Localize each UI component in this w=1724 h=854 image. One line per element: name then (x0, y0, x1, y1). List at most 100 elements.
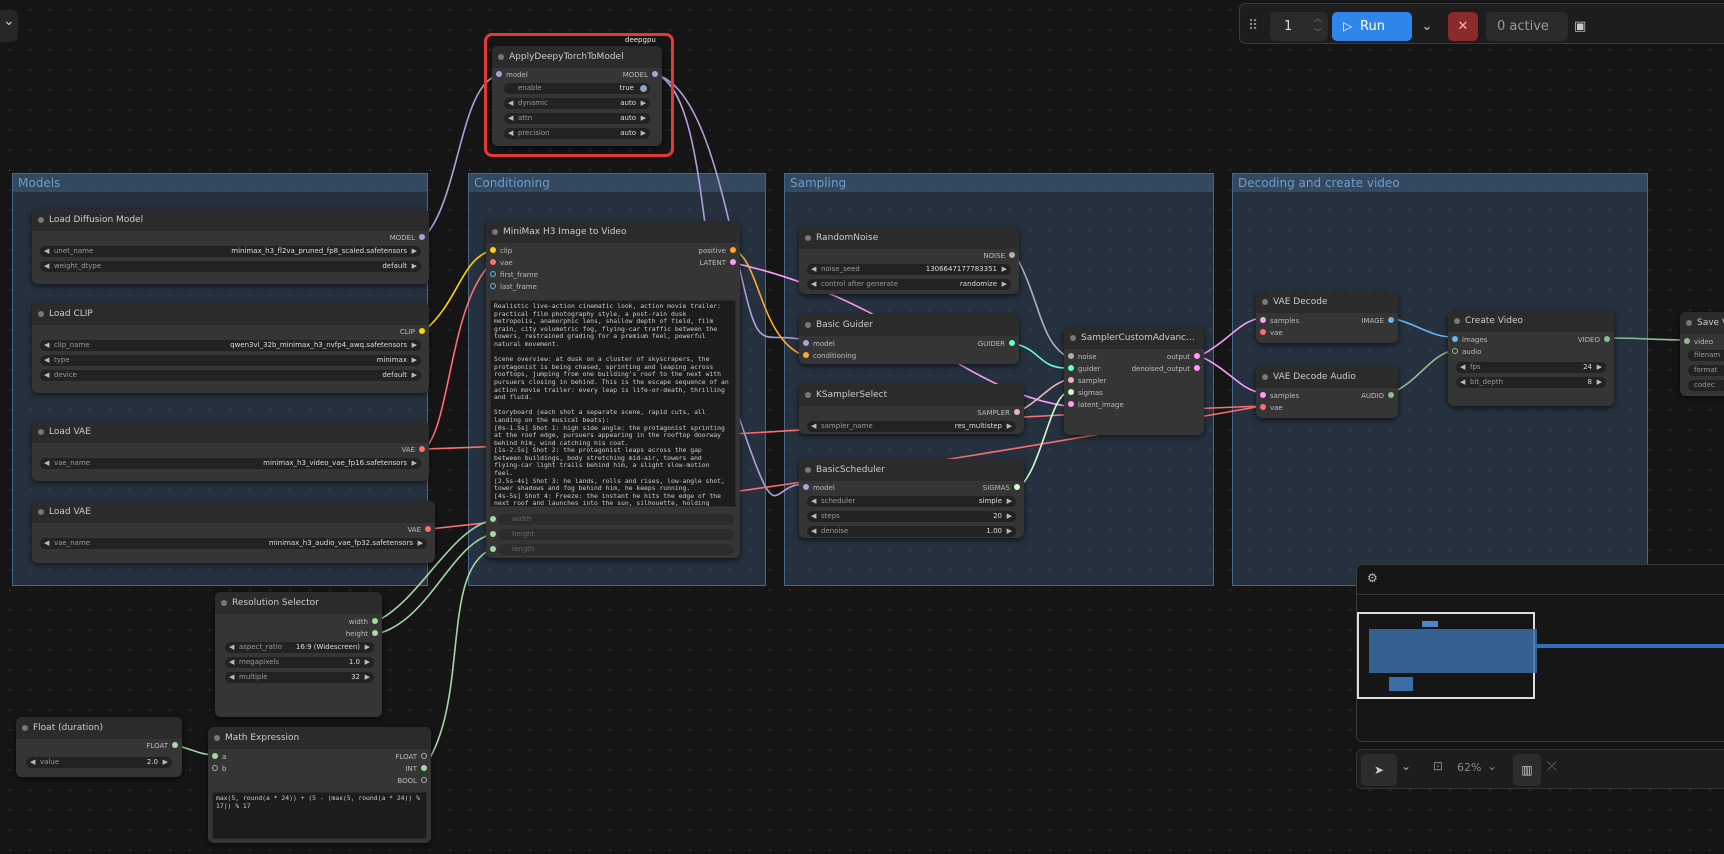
input-slot-latent[interactable] (1068, 401, 1074, 407)
input-slot-model[interactable] (803, 340, 809, 346)
panel-toggle-icon[interactable]: ▣ (1574, 12, 1594, 41)
output-slot-vae[interactable] (425, 526, 431, 532)
input-slot-vae[interactable] (490, 259, 496, 265)
combo-aspect-ratio[interactable]: ◀ aspect_ratio 16:9 (Widescreen) ▶ (225, 642, 374, 653)
input-slot-width[interactable] (490, 516, 496, 522)
combo-unet-name[interactable]: ◀ unet_name minimax_h3_fl2va_pruned_fp8_… (40, 246, 421, 257)
combo-codec[interactable]: codec (1688, 380, 1724, 391)
input-slot-sampler[interactable] (1068, 377, 1074, 383)
input-width[interactable]: width (498, 514, 734, 525)
node-math-expression[interactable]: Math Expression a b FLOAT INT BOOL max(5… (208, 727, 431, 843)
input-slot-guider[interactable] (1068, 365, 1074, 371)
combo-vae-name[interactable]: ◀ vae_name minimax_h3_video_vae_fp16.saf… (40, 458, 421, 469)
prompt-textarea[interactable]: Realistic live-action cinematic look, ac… (490, 300, 736, 507)
input-slot-noise[interactable] (1068, 353, 1074, 359)
number-megapixels[interactable]: ◀ megapixels 1.0 ▶ (225, 657, 374, 668)
zoom-level[interactable]: 62% (1457, 761, 1481, 774)
cancel-run-button[interactable]: ✕ (1448, 12, 1478, 41)
output-slot-audio[interactable] (1388, 392, 1394, 398)
run-options-button[interactable]: ⌄ (1416, 12, 1438, 41)
input-slot-vae[interactable] (1260, 404, 1266, 410)
output-slot-output[interactable] (1194, 353, 1200, 359)
fit-view-icon[interactable]: ⊡ (1433, 759, 1443, 773)
node-load-clip[interactable]: Load CLIP CLIP ◀ clip_name qwen3vl_32b_m… (32, 303, 429, 393)
input-slot-b[interactable] (212, 765, 218, 771)
input-slot-samples[interactable] (1260, 317, 1266, 323)
active-queue-button[interactable]: 0 active (1486, 12, 1568, 41)
input-slot-clip[interactable] (490, 247, 496, 253)
chevron-down-icon[interactable]: ⌄ (1401, 759, 1411, 773)
queue-count-input[interactable]: 1 ︿ ﹀ (1270, 12, 1328, 41)
input-filename[interactable]: filenam (1688, 350, 1724, 361)
output-slot-width[interactable] (372, 618, 378, 624)
node-save-video[interactable]: Save V video filenam format codec (1680, 312, 1724, 396)
node-resolution-selector[interactable]: Resolution Selector width height ◀ aspec… (215, 592, 382, 717)
output-slot-sigmas[interactable] (1014, 484, 1020, 490)
input-length[interactable]: length (498, 544, 734, 555)
node-basic-guider[interactable]: Basic Guider model conditioning GUIDER (799, 314, 1019, 364)
output-slot-model[interactable] (652, 71, 658, 77)
minimap-panel[interactable]: ⚙ ✕ (1356, 564, 1724, 742)
combo-device[interactable]: ◀ device default ▶ (40, 370, 421, 381)
node-basic-scheduler[interactable]: BasicScheduler model SIGMAS ◀ scheduler … (799, 459, 1024, 538)
minimap-toggle-icon[interactable]: ▥ (1513, 754, 1541, 786)
input-slot-a[interactable] (212, 753, 218, 759)
combo-attn[interactable]: ◀ attn auto ▶ (504, 113, 650, 124)
menu-chevron-button[interactable]: ⌄ (0, 10, 18, 42)
input-slot-conditioning[interactable] (803, 352, 809, 358)
number-multiple[interactable]: ◀ multiple 32 ▶ (225, 672, 374, 683)
drag-handle-icon[interactable]: ⠿ (1248, 12, 1262, 41)
node-random-noise[interactable]: RandomNoise NOISE ◀ noise_seed 130664717… (799, 227, 1019, 294)
output-slot-video[interactable] (1604, 336, 1610, 342)
combo-clip-name[interactable]: ◀ clip_name qwen3vl_32b_minimax_h3_nvfp4… (40, 340, 421, 351)
combo-control-after-generate[interactable]: ◀ control after generate randomize ▶ (807, 279, 1011, 290)
node-create-video[interactable]: Create Video images audio VIDEO ◀ fps 24… (1448, 310, 1614, 406)
number-value[interactable]: ◀ value 2.0 ▶ (26, 757, 172, 768)
output-slot-height[interactable] (372, 630, 378, 636)
input-slot-last-frame[interactable] (490, 283, 496, 289)
select-tool-icon[interactable]: ➤ (1361, 754, 1397, 786)
input-slot-model[interactable] (803, 484, 809, 490)
combo-type[interactable]: ◀ type minimax ▶ (40, 355, 421, 366)
input-slot-video[interactable] (1684, 338, 1690, 344)
stepper-down-icon[interactable]: ﹀ (1314, 18, 1322, 47)
output-slot-positive[interactable] (730, 247, 736, 253)
number-steps[interactable]: ◀ steps 20 ▶ (807, 511, 1016, 522)
node-vae-decode[interactable]: VAE Decode samples vae IMAGE (1256, 291, 1398, 343)
input-slot-first-frame[interactable] (490, 271, 496, 277)
output-slot-image[interactable] (1388, 317, 1394, 323)
link-visibility-icon[interactable]: ⤫ (1547, 759, 1557, 774)
output-slot-float[interactable] (421, 753, 427, 759)
node-load-vae-video[interactable]: Load VAE VAE ◀ vae_name minimax_h3_video… (32, 421, 429, 481)
output-slot-int[interactable] (421, 765, 427, 771)
run-button[interactable]: ▷ Run (1332, 12, 1412, 41)
number-denoise[interactable]: ◀ denoise 1.00 ▶ (807, 526, 1016, 537)
input-height[interactable]: height (498, 529, 734, 540)
input-slot-model[interactable] (496, 71, 502, 77)
input-slot-images[interactable] (1452, 336, 1458, 342)
input-slot-vae[interactable] (1260, 329, 1266, 335)
output-slot-vae[interactable] (419, 446, 425, 452)
combo-vae-name[interactable]: ◀ vae_name minimax_h3_audio_vae_fp32.saf… (40, 538, 427, 549)
output-slot-clip[interactable] (419, 328, 425, 334)
node-vae-decode-audio[interactable]: VAE Decode Audio samples vae AUDIO (1256, 366, 1398, 418)
output-slot-model[interactable] (419, 234, 425, 240)
number-fps[interactable]: ◀ fps 24 ▶ (1456, 362, 1606, 373)
output-slot-bool[interactable] (421, 777, 427, 783)
node-load-diffusion-model[interactable]: Load Diffusion Model MODEL ◀ unet_name m… (32, 209, 429, 284)
output-slot-denoised[interactable] (1194, 365, 1200, 371)
output-slot-latent[interactable] (730, 259, 736, 265)
combo-dynamic[interactable]: ◀ dynamic auto ▶ (504, 98, 650, 109)
number-bit-depth[interactable]: ◀ bit_depth 8 ▶ (1456, 377, 1606, 388)
output-slot-guider[interactable] (1009, 340, 1015, 346)
output-slot-float[interactable] (172, 742, 178, 748)
node-apply-deepy-torch[interactable]: ApplyDeepyTorchToModel model MODEL enabl… (492, 46, 662, 146)
input-slot-sigmas[interactable] (1068, 389, 1074, 395)
input-slot-height[interactable] (490, 531, 496, 537)
node-ksampler-select[interactable]: KSamplerSelect SAMPLER ◀ sampler_name re… (799, 384, 1024, 434)
node-sampler-custom-advanced[interactable]: SamplerCustomAdvanc... noise guider samp… (1064, 327, 1204, 435)
combo-format[interactable]: format (1688, 365, 1724, 376)
node-load-vae-audio[interactable]: Load VAE VAE ◀ vae_name minimax_h3_audio… (32, 501, 435, 563)
number-noise-seed[interactable]: ◀ noise_seed 1306647177783351 ▶ (807, 264, 1011, 275)
input-slot-length[interactable] (490, 546, 496, 552)
